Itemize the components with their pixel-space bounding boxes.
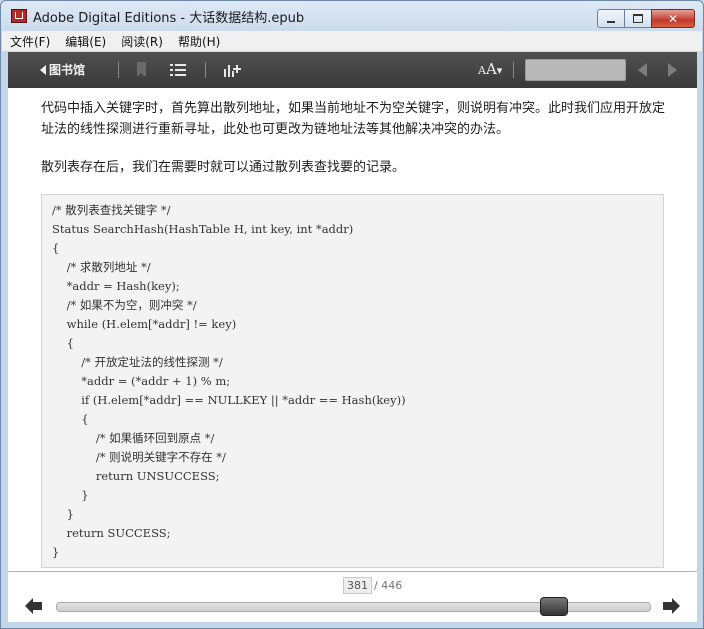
library-label: 图书馆	[49, 63, 86, 77]
forward-arrow-icon[interactable]	[662, 598, 680, 614]
toolbar-divider	[205, 62, 206, 78]
font-size-button[interactable]: AA▾	[478, 60, 502, 78]
font-size-icon: AA▾	[478, 60, 503, 78]
code-line: *addr = (*addr + 1) % m;	[52, 374, 231, 388]
menu-file[interactable]: 文件(F)	[3, 33, 57, 50]
code-line: /* 求散列地址 */	[52, 260, 151, 274]
table-of-contents-icon	[170, 63, 186, 77]
code-line: {	[52, 412, 89, 426]
code-line: {	[52, 241, 60, 255]
close-icon: ✕	[667, 11, 679, 26]
previous-page-icon[interactable]	[638, 63, 647, 77]
app-window: Adobe Digital Editions - 大话数据结构.epub ✕ 文…	[0, 0, 704, 629]
code-line: return UNSUCCESS;	[52, 469, 220, 483]
code-line: /* 则说明关键字不存在 */	[52, 450, 226, 464]
toolbar-divider	[513, 62, 514, 78]
window-controls: ✕	[597, 9, 695, 28]
add-chart-icon	[224, 63, 242, 77]
menu-help[interactable]: 帮助(H)	[171, 33, 227, 50]
menu-bar: 文件(F) 编辑(E) 阅读(R) 帮助(H)	[2, 31, 702, 52]
reader-toolbar: 图书馆 AA▾	[8, 52, 697, 88]
title-bar[interactable]: Adobe Digital Editions - 大话数据结构.epub ✕	[1, 1, 703, 31]
body-paragraph: 代码中插入关键字时，首先算出散列地址，如果当前地址不为空关键字，则说明有冲突。此…	[41, 101, 666, 137]
maximize-button[interactable]	[624, 9, 651, 28]
code-line: Status SearchHash(HashTable H, int key, …	[52, 222, 354, 236]
code-line: while (H.elem[*addr] != key)	[52, 317, 237, 331]
back-arrow-icon[interactable]	[25, 598, 43, 614]
menu-read[interactable]: 阅读(R)	[114, 33, 170, 50]
add-chart-button[interactable]	[224, 63, 242, 77]
bookmark-button[interactable]	[137, 62, 146, 77]
page-indicator: 381 / 446	[343, 577, 402, 594]
page-slider-thumb[interactable]	[540, 597, 569, 616]
menu-edit[interactable]: 编辑(E)	[58, 33, 113, 50]
bookmark-icon	[137, 62, 146, 77]
close-button[interactable]: ✕	[651, 9, 695, 28]
code-line: {	[52, 336, 74, 350]
back-triangle-icon	[40, 64, 46, 75]
code-line: *addr = Hash(key);	[52, 279, 180, 293]
code-line: /* 散列表查找关键字 */	[52, 203, 171, 217]
code-line: /* 如果循环回到原点 */	[52, 431, 215, 445]
page-navigation-bar: 381 / 446	[8, 571, 697, 623]
code-line: return SUCCESS;	[52, 526, 171, 540]
body-paragraph: 散列表存在后，我们在需要时就可以通过散列表查找要的记录。	[41, 160, 406, 175]
toc-button[interactable]	[170, 63, 186, 77]
total-pages: / 446	[374, 579, 403, 592]
minimize-icon	[607, 20, 615, 23]
window-title: Adobe Digital Editions - 大话数据结构.epub	[33, 10, 305, 26]
next-page-icon[interactable]	[668, 63, 677, 77]
code-line: /* 如果不为空，则冲突 */	[52, 298, 197, 312]
search-input[interactable]	[525, 59, 626, 81]
library-button[interactable]: 图书馆	[40, 61, 85, 78]
code-block: /* 散列表查找关键字 */ Status SearchHash(HashTab…	[41, 194, 664, 568]
reading-pane[interactable]: 代码中插入关键字时，首先算出散列地址，如果当前地址不为空关键字，则说明有冲突。此…	[8, 88, 697, 571]
minimize-button[interactable]	[597, 9, 624, 28]
window-frame-bottom	[1, 622, 703, 628]
code-line: /* 开放定址法的线性探测 */	[52, 355, 223, 369]
code-line: }	[52, 488, 89, 502]
code-line: }	[52, 545, 60, 559]
current-page-field[interactable]: 381	[343, 577, 372, 594]
toolbar-divider	[118, 62, 119, 78]
code-line: }	[52, 507, 74, 521]
adobe-app-icon	[11, 9, 27, 23]
maximize-icon	[633, 14, 643, 23]
code-line: if (H.elem[*addr] == NULLKEY || *addr ==…	[52, 393, 406, 407]
